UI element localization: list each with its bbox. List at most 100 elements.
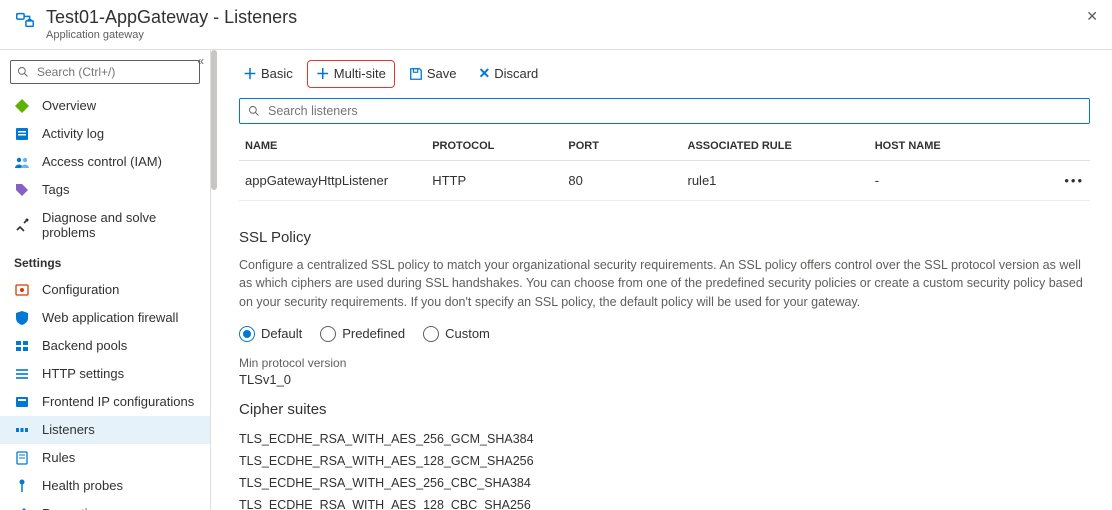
plus-icon: ＋ xyxy=(243,64,257,84)
listeners-table: NAME PROTOCOL PORT ASSOCIATED RULE HOST … xyxy=(239,132,1090,201)
sidebar-item-health-probes[interactable]: Health probes xyxy=(0,472,210,500)
min-protocol-value: TLSv1_0 xyxy=(239,372,1090,387)
sidebar-item-properties[interactable]: Properties xyxy=(0,500,210,510)
cell-host: - xyxy=(869,160,1039,200)
sidebar-item-activity-log[interactable]: Activity log xyxy=(0,120,210,148)
table-row[interactable]: appGatewayHttpListener HTTP 80 rule1 - •… xyxy=(239,160,1090,200)
sidebar-item-label: Tags xyxy=(42,182,69,197)
search-icon xyxy=(248,105,260,117)
sidebar-item-frontend-ip[interactable]: Frontend IP configurations xyxy=(0,388,210,416)
col-rule[interactable]: ASSOCIATED RULE xyxy=(682,132,869,161)
sidebar-item-diagnose[interactable]: Diagnose and solve problems xyxy=(0,204,210,246)
cell-port: 80 xyxy=(562,160,681,200)
tags-icon xyxy=(14,182,30,198)
sidebar-item-label: Diagnose and solve problems xyxy=(42,210,198,240)
col-host[interactable]: HOST NAME xyxy=(869,132,1039,161)
sidebar-item-http-settings[interactable]: HTTP settings xyxy=(0,360,210,388)
search-icon xyxy=(17,66,29,78)
frontend-ip-icon xyxy=(14,394,30,410)
page-subtitle: Application gateway xyxy=(46,29,1084,41)
toolbar: ＋ Basic ＋ Multi-site Save ✕ Discard xyxy=(217,50,1112,98)
sidebar-item-backend-pools[interactable]: Backend pools xyxy=(0,332,210,360)
plus-icon: ＋ xyxy=(316,64,330,84)
close-icon[interactable]: ✕ xyxy=(1084,6,1100,27)
cell-protocol: HTTP xyxy=(426,160,562,200)
sidebar-item-label: Listeners xyxy=(42,422,95,437)
radio-label: Custom xyxy=(445,326,490,341)
basic-button[interactable]: ＋ Basic xyxy=(235,60,301,88)
radio-dot-icon xyxy=(239,326,255,342)
cipher-item: TLS_ECDHE_RSA_WITH_AES_256_GCM_SHA384 xyxy=(239,428,1090,450)
sidebar-section-settings: Settings xyxy=(0,246,210,276)
rules-icon xyxy=(14,450,30,466)
diagnose-icon xyxy=(14,217,30,233)
ssl-policy-title: SSL Policy xyxy=(239,229,1090,246)
backend-pools-icon xyxy=(14,338,30,354)
sidebar-item-rules[interactable]: Rules xyxy=(0,444,210,472)
cell-rule: rule1 xyxy=(682,160,869,200)
shield-icon xyxy=(14,310,30,326)
ssl-policy-description: Configure a centralized SSL policy to ma… xyxy=(239,256,1090,312)
button-label: Basic xyxy=(261,66,293,81)
http-settings-icon xyxy=(14,366,30,382)
page-header: Test01-AppGateway - Listeners Applicatio… xyxy=(0,0,1112,50)
properties-icon xyxy=(14,506,30,510)
radio-label: Predefined xyxy=(342,326,405,341)
sidebar-search[interactable] xyxy=(10,60,200,84)
sidebar-item-label: Properties xyxy=(42,506,101,510)
cipher-item: TLS_ECDHE_RSA_WITH_AES_128_GCM_SHA256 xyxy=(239,450,1090,472)
sidebar-item-label: Activity log xyxy=(42,126,104,141)
sidebar-item-access-control[interactable]: Access control (IAM) xyxy=(0,148,210,176)
save-button[interactable]: Save xyxy=(401,62,465,85)
sidebar-item-label: Overview xyxy=(42,98,96,113)
appgateway-icon xyxy=(14,9,36,31)
scrollbar[interactable] xyxy=(211,50,217,190)
sidebar-item-configuration[interactable]: Configuration xyxy=(0,276,210,304)
configuration-icon xyxy=(14,282,30,298)
overview-icon xyxy=(14,98,30,114)
sidebar-item-label: Frontend IP configurations xyxy=(42,394,194,409)
listeners-icon xyxy=(14,422,30,438)
button-label: Save xyxy=(427,66,457,81)
sidebar-item-label: Configuration xyxy=(42,282,119,297)
cipher-item: TLS_ECDHE_RSA_WITH_AES_256_CBC_SHA384 xyxy=(239,472,1090,494)
sidebar-item-label: Rules xyxy=(42,450,75,465)
listeners-search-input[interactable] xyxy=(266,103,1081,119)
button-label: Multi-site xyxy=(334,66,386,81)
sidebar-item-label: Access control (IAM) xyxy=(42,154,162,169)
cipher-suites-title: Cipher suites xyxy=(239,401,1090,418)
iam-icon xyxy=(14,154,30,170)
col-port[interactable]: PORT xyxy=(562,132,681,161)
cipher-item: TLS_ECDHE_RSA_WITH_AES_128_CBC_SHA256 xyxy=(239,494,1090,510)
radio-dot-icon xyxy=(320,326,336,342)
main-content: ＋ Basic ＋ Multi-site Save ✕ Discard xyxy=(211,50,1112,510)
sidebar-search-input[interactable] xyxy=(35,64,193,80)
col-name[interactable]: NAME xyxy=(239,132,426,161)
sidebar-item-waf[interactable]: Web application firewall xyxy=(0,304,210,332)
radio-dot-icon xyxy=(423,326,439,342)
health-probes-icon xyxy=(14,478,30,494)
radio-predefined[interactable]: Predefined xyxy=(320,326,405,342)
row-more-icon[interactable]: ••• xyxy=(1039,160,1090,200)
sidebar-item-label: Backend pools xyxy=(42,338,127,353)
sidebar-item-label: Health probes xyxy=(42,478,123,493)
radio-custom[interactable]: Custom xyxy=(423,326,490,342)
cell-name: appGatewayHttpListener xyxy=(239,160,426,200)
listeners-search[interactable] xyxy=(239,98,1090,124)
radio-default[interactable]: Default xyxy=(239,326,302,342)
sidebar-item-listeners[interactable]: Listeners xyxy=(0,416,210,444)
sidebar-item-tags[interactable]: Tags xyxy=(0,176,210,204)
multisite-button[interactable]: ＋ Multi-site xyxy=(307,60,395,88)
page-title: Test01-AppGateway - Listeners xyxy=(46,6,1084,29)
min-protocol-label: Min protocol version xyxy=(239,356,1090,370)
radio-label: Default xyxy=(261,326,302,341)
sidebar-item-overview[interactable]: Overview xyxy=(0,92,210,120)
collapse-icon[interactable]: « xyxy=(197,54,204,68)
sidebar: « Overview Activity log Access control (… xyxy=(0,50,211,510)
discard-button[interactable]: ✕ Discard xyxy=(470,61,546,86)
button-label: Discard xyxy=(494,66,538,81)
activity-log-icon xyxy=(14,126,30,142)
col-protocol[interactable]: PROTOCOL xyxy=(426,132,562,161)
save-icon xyxy=(409,67,423,81)
sidebar-item-label: Web application firewall xyxy=(42,310,178,325)
